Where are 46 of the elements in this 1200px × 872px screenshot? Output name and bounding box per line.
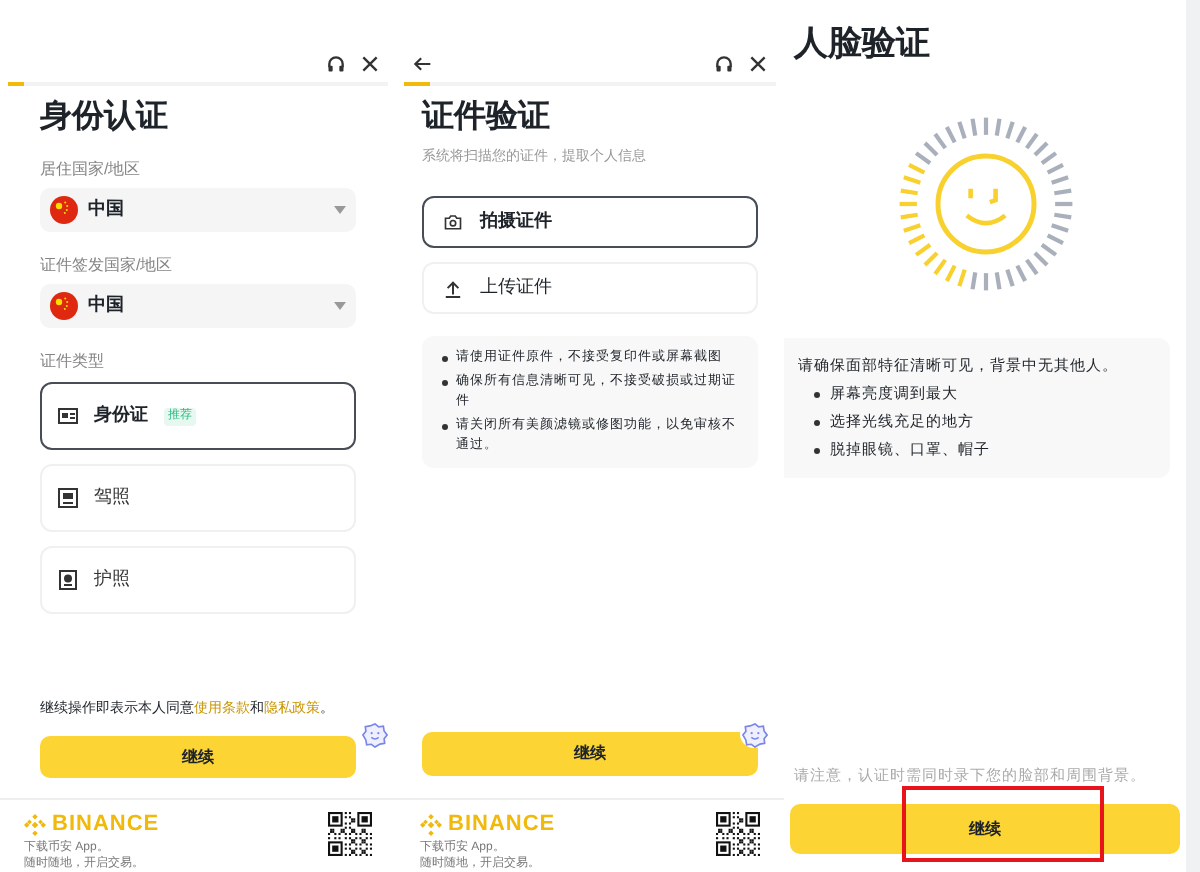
- take-photo-option[interactable]: 拍摄证件: [422, 196, 758, 248]
- binance-logo-icon: [420, 813, 442, 835]
- bullet-icon: [814, 448, 820, 454]
- continue-button[interactable]: 继续: [422, 732, 758, 776]
- field-label: 居住国家/地区: [40, 160, 143, 180]
- headset-icon[interactable]: [326, 54, 346, 74]
- camera-icon: [444, 214, 462, 230]
- option-label: 身份证: [94, 402, 148, 429]
- close-icon[interactable]: [360, 54, 380, 74]
- binance-logo-icon: [24, 813, 46, 835]
- flag-icon: [50, 196, 78, 224]
- caret-icon: [334, 206, 346, 214]
- continue-button[interactable]: 继续: [790, 804, 1180, 854]
- bullet-icon: [814, 420, 820, 426]
- option-label: 驾照: [94, 484, 130, 511]
- bullet-icon: [442, 424, 448, 430]
- flag-icon: [50, 292, 78, 320]
- document-type-option[interactable]: 护照: [40, 546, 356, 614]
- back-icon[interactable]: [412, 54, 432, 74]
- headset-icon[interactable]: [714, 54, 734, 74]
- continue-button[interactable]: 继续: [40, 736, 356, 778]
- document-type-option[interactable]: 驾照: [40, 464, 356, 532]
- brand-name: BINANCE: [448, 812, 556, 836]
- id-card-icon: [58, 406, 78, 426]
- passport-icon: [58, 570, 78, 590]
- country-select[interactable]: 中国: [40, 284, 356, 328]
- country-select[interactable]: 中国: [40, 188, 356, 232]
- field-label: 证件签发国家/地区: [40, 256, 175, 276]
- close-icon[interactable]: [748, 54, 768, 74]
- page-title: 证件验证: [422, 98, 552, 138]
- brand-name: BINANCE: [52, 812, 160, 836]
- caret-icon: [334, 302, 346, 310]
- field-label: 证件类型: [40, 352, 106, 372]
- bullet-icon: [442, 356, 448, 362]
- option-label: 护照: [94, 566, 130, 593]
- license-icon: [58, 488, 78, 508]
- chat-bubble-icon[interactable]: [361, 721, 387, 747]
- qr-code-icon: [328, 812, 372, 856]
- qr-code-icon: [716, 812, 760, 856]
- bullet-icon: [442, 380, 448, 386]
- page-title: 身份认证: [40, 98, 170, 138]
- bullet-icon: [814, 392, 820, 398]
- upload-option[interactable]: 上传证件: [422, 262, 758, 314]
- page-title: 人脸验证: [794, 22, 932, 66]
- upload-icon: [444, 279, 462, 297]
- chat-bubble-icon[interactable]: [741, 721, 767, 747]
